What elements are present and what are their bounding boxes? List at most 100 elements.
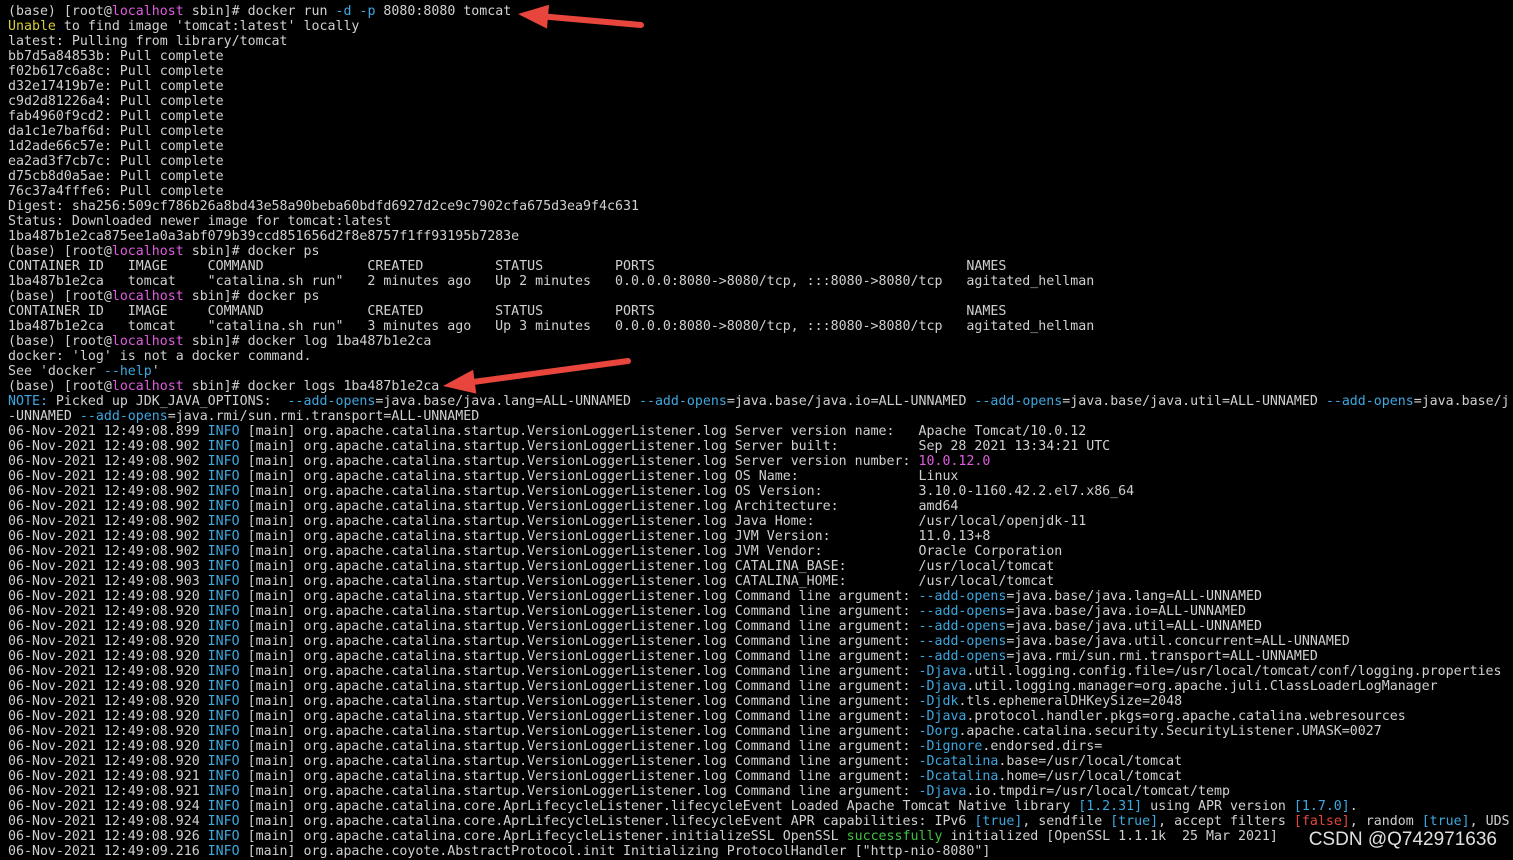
- text-segment: (base) [root@: [8, 289, 112, 304]
- text-segment: 06-Nov-2021 12:49:08.920: [8, 619, 208, 634]
- terminal-line: 06-Nov-2021 12:49:08.920 INFO [main] org…: [8, 694, 1513, 709]
- text-segment: See 'docker: [8, 364, 104, 379]
- text-segment: 06-Nov-2021 12:49:08.924: [8, 799, 208, 814]
- text-segment: [main] org.apache.catalina.startup.Versi…: [239, 469, 959, 484]
- text-segment: INFO: [207, 619, 240, 634]
- text-segment: sbin]# docker logs 1ba487b1e2ca: [183, 379, 440, 394]
- terminal-line: Digest: sha256:509cf786b26a8bd43e58a90be…: [8, 199, 1513, 214]
- text-segment: =java.base/j: [1413, 394, 1510, 409]
- terminal-line: (base) [root@localhost sbin]# docker log…: [8, 334, 1513, 349]
- text-segment: --add-opens: [918, 589, 1007, 604]
- terminal-line: -UNNAMED --add-opens=java.rmi/sun.rmi.tr…: [8, 409, 1513, 424]
- text-segment: .apache.catalina.security.SecurityListen…: [958, 724, 1382, 739]
- terminal-line: docker: 'log' is not a docker command.: [8, 349, 1513, 364]
- text-segment: INFO: [207, 514, 240, 529]
- text-segment: -Dignore: [918, 739, 983, 754]
- terminal-line: (base) [root@localhost sbin]# docker ps: [8, 289, 1513, 304]
- text-segment: localhost: [111, 379, 184, 394]
- text-segment: .protocol.handler.pkgs=org.apache.catali…: [966, 709, 1406, 724]
- text-segment: --add-opens: [287, 394, 376, 409]
- text-segment: INFO: [207, 844, 240, 859]
- text-segment: [main] org.apache.catalina.startup.Versi…: [239, 619, 919, 634]
- text-segment: --add-opens: [918, 619, 1007, 634]
- text-segment: INFO: [207, 724, 240, 739]
- text-segment: 06-Nov-2021 12:49:08.920: [8, 754, 208, 769]
- text-segment: [false]: [1293, 814, 1350, 829]
- terminal-line: 06-Nov-2021 12:49:08.902 INFO [main] org…: [8, 439, 1513, 454]
- text-segment: (base) [root@: [8, 334, 112, 349]
- text-segment: [main] org.apache.catalina.startup.Versi…: [239, 454, 919, 469]
- terminal-line: (base) [root@localhost sbin]# docker run…: [8, 4, 1513, 19]
- terminal-line: da1c1e7baf6d: Pull complete: [8, 124, 1513, 139]
- terminal-line: fab4960f9cd2: Pull complete: [8, 109, 1513, 124]
- text-segment: [main] org.apache.catalina.startup.Versi…: [239, 559, 1055, 574]
- text-segment: --add-opens: [918, 634, 1007, 649]
- text-segment: INFO: [207, 574, 240, 589]
- terminal-line: Unable to find image 'tomcat:latest' loc…: [8, 19, 1513, 34]
- text-segment: 76c37a4fffe6: Pull complete: [8, 184, 224, 199]
- text-segment: .io.tmpdir=/usr/local/tomcat/temp: [966, 784, 1230, 799]
- text-segment: INFO: [207, 799, 240, 814]
- text-segment: INFO: [207, 649, 240, 664]
- text-segment: [main] org.apache.catalina.startup.Versi…: [239, 484, 1135, 499]
- text-segment: [main] org.apache.coyote.AbstractProtoco…: [239, 844, 991, 859]
- text-segment: localhost: [111, 4, 184, 19]
- text-segment: bb7d5a84853b: Pull complete: [8, 49, 224, 64]
- text-segment: fab4960f9cd2: Pull complete: [8, 109, 224, 124]
- terminal-line: 76c37a4fffe6: Pull complete: [8, 184, 1513, 199]
- terminal-output[interactable]: (base) [root@localhost sbin]# docker run…: [0, 0, 1513, 860]
- text-segment: (base) [root@: [8, 4, 112, 19]
- text-segment: 06-Nov-2021 12:49:08.920: [8, 739, 208, 754]
- text-segment: 06-Nov-2021 12:49:08.902: [8, 529, 208, 544]
- text-segment: INFO: [207, 529, 240, 544]
- text-segment: -Djava: [918, 784, 967, 799]
- text-segment: 06-Nov-2021 12:49:08.924: [8, 814, 208, 829]
- terminal-line: 06-Nov-2021 12:49:08.902 INFO [main] org…: [8, 529, 1513, 544]
- text-segment: .endorsed.dirs=: [982, 739, 1103, 754]
- text-segment: Digest: sha256:509cf786b26a8bd43e58a90be…: [8, 199, 639, 214]
- terminal-line: 06-Nov-2021 12:49:08.920 INFO [main] org…: [8, 649, 1513, 664]
- text-segment: Picked up JDK_JAVA_OPTIONS:: [47, 394, 288, 409]
- text-segment: , sendfile: [1022, 814, 1111, 829]
- text-segment: 06-Nov-2021 12:49:08.920: [8, 589, 208, 604]
- text-segment: [main] org.apache.catalina.startup.Versi…: [239, 544, 1063, 559]
- text-segment: f02b617c6a8c: Pull complete: [8, 64, 224, 79]
- text-segment: 06-Nov-2021 12:49:08.920: [8, 604, 208, 619]
- text-segment: -Djava: [918, 679, 967, 694]
- text-segment: Status: Downloaded newer image for tomca…: [8, 214, 392, 229]
- text-segment: 06-Nov-2021 12:49:08.920: [8, 634, 208, 649]
- text-segment: [1.7.0]: [1293, 799, 1350, 814]
- text-segment: sbin]# docker ps: [183, 244, 320, 259]
- text-segment: [true]: [1421, 814, 1470, 829]
- text-segment: =java.base/java.util=ALL-UNNAMED: [1006, 619, 1262, 634]
- text-segment: =java.rmi/sun.rmi.transport=ALL-UNNAMED: [1006, 649, 1318, 664]
- text-segment: to find image 'tomcat:latest' locally: [55, 19, 360, 34]
- text-segment: sbin]# docker log 1ba487b1e2ca: [183, 334, 432, 349]
- text-segment: successfully: [846, 829, 943, 844]
- text-segment: 06-Nov-2021 12:49:08.921: [8, 769, 208, 784]
- text-segment: 06-Nov-2021 12:49:08.902: [8, 484, 208, 499]
- text-segment: [main] org.apache.catalina.startup.Versi…: [239, 724, 919, 739]
- text-segment: ea2ad3f7cb7c: Pull complete: [8, 154, 224, 169]
- terminal-line: 1ba487b1e2ca tomcat "catalina.sh run" 3 …: [8, 319, 1513, 334]
- text-segment: [main] org.apache.catalina.startup.Versi…: [239, 604, 919, 619]
- text-segment: [main] org.apache.catalina.startup.Versi…: [239, 784, 919, 799]
- text-segment: -Dcatalina: [918, 754, 999, 769]
- text-segment: [true]: [974, 814, 1023, 829]
- terminal-line: 06-Nov-2021 12:49:08.902 INFO [main] org…: [8, 514, 1513, 529]
- terminal-line: (base) [root@localhost sbin]# docker log…: [8, 379, 1513, 394]
- text-segment: latest: Pulling from library/tomcat: [8, 34, 288, 49]
- text-segment: initialized [OpenSSL 1.1.1k 25 Mar 2021]: [942, 829, 1278, 844]
- text-segment: INFO: [207, 694, 240, 709]
- text-segment: [main] org.apache.catalina.startup.Versi…: [239, 709, 919, 724]
- terminal-line: 06-Nov-2021 12:49:08.920 INFO [main] org…: [8, 754, 1513, 769]
- terminal-line: 06-Nov-2021 12:49:08.899 INFO [main] org…: [8, 424, 1513, 439]
- text-segment: (base) [root@: [8, 244, 112, 259]
- terminal-line: 06-Nov-2021 12:49:08.902 INFO [main] org…: [8, 454, 1513, 469]
- text-segment: [main] org.apache.catalina.startup.Versi…: [239, 574, 1055, 589]
- text-segment: [main] org.apache.catalina.startup.Versi…: [239, 664, 919, 679]
- terminal-line: CONTAINER ID IMAGE COMMAND CREATED STATU…: [8, 304, 1513, 319]
- text-segment: INFO: [207, 754, 240, 769]
- terminal-line: 06-Nov-2021 12:49:08.903 INFO [main] org…: [8, 574, 1513, 589]
- terminal-line: 06-Nov-2021 12:49:09.216 INFO [main] org…: [8, 844, 1513, 859]
